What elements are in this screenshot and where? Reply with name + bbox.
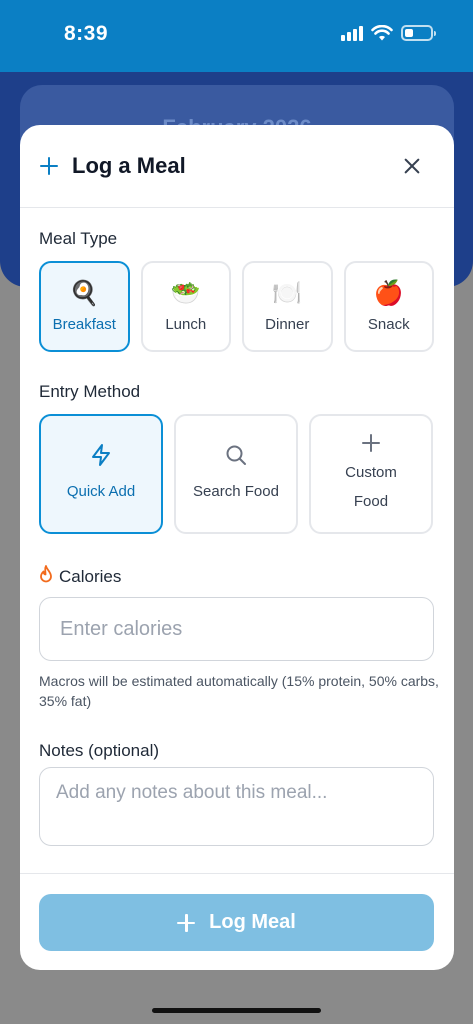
status-bar: 8:39 — [0, 0, 473, 72]
salad-icon: 🥗 — [170, 280, 201, 307]
lightning-icon — [89, 443, 113, 467]
notes-label: Notes (optional) — [39, 741, 160, 760]
footer-divider — [20, 873, 454, 874]
calories-input[interactable] — [39, 597, 434, 661]
frying-pan-icon: 🍳 — [69, 280, 100, 307]
calories-label: Calories — [59, 566, 122, 586]
search-food-label: Search Food — [193, 482, 279, 500]
status-time: 8:39 — [64, 22, 109, 45]
battery-icon — [401, 25, 436, 41]
meal-type-lunch-button[interactable]: 🥗 Lunch — [140, 261, 231, 352]
quick-add-label: Quick Add — [66, 482, 136, 500]
meal-type-snack-button[interactable]: 🍎 Snack — [343, 261, 434, 352]
meal-type-grid: 🍳 Breakfast 🥗 Lunch 🍽️ Dinner 🍎 Snack — [39, 261, 434, 352]
log-meal-button[interactable]: Log Meal — [39, 894, 434, 951]
plus-icon — [177, 913, 196, 932]
cellular-signal-icon — [341, 25, 363, 41]
notes-textarea[interactable] — [39, 767, 434, 846]
entry-method-grid: Quick Add Search Food Custom Food — [39, 414, 434, 534]
macros-helper-text: Macros will be estimated automatically (… — [39, 673, 439, 709]
meal-type-label-breakfast: Breakfast — [52, 316, 116, 333]
close-button[interactable] — [400, 154, 424, 178]
entry-method-label: Entry Method — [39, 382, 141, 401]
search-food-button[interactable]: Search Food — [174, 414, 298, 534]
log-meal-modal: Log a Meal Meal Type 🍳 Breakfast 🥗 Lunch… — [20, 125, 454, 970]
log-meal-button-label: Log Meal — [209, 911, 296, 933]
meal-type-breakfast-button[interactable]: 🍳 Breakfast — [39, 261, 130, 352]
calories-label-row: Calories — [39, 565, 121, 588]
custom-food-label: Custom Food — [345, 464, 397, 510]
plate-icon: 🍽️ — [272, 280, 303, 307]
meal-type-label: Meal Type — [39, 229, 118, 248]
home-indicator — [152, 1008, 321, 1013]
meal-type-label-dinner: Dinner — [265, 316, 310, 333]
search-icon — [224, 443, 248, 467]
flame-icon — [39, 565, 53, 588]
modal-title: Log a Meal — [72, 153, 186, 178]
meal-type-label-lunch: Lunch — [165, 316, 207, 333]
meal-type-label-snack: Snack — [367, 316, 410, 333]
custom-food-button[interactable]: Custom Food — [309, 414, 433, 534]
meal-type-dinner-button[interactable]: 🍽️ Dinner — [242, 261, 333, 352]
plus-icon — [360, 432, 382, 454]
status-icons — [341, 25, 436, 41]
modal-header: Log a Meal — [20, 125, 454, 208]
wifi-icon — [371, 25, 393, 41]
plus-icon — [40, 157, 58, 175]
apple-icon: 🍎 — [373, 280, 404, 307]
quick-add-button[interactable]: Quick Add — [39, 414, 163, 534]
